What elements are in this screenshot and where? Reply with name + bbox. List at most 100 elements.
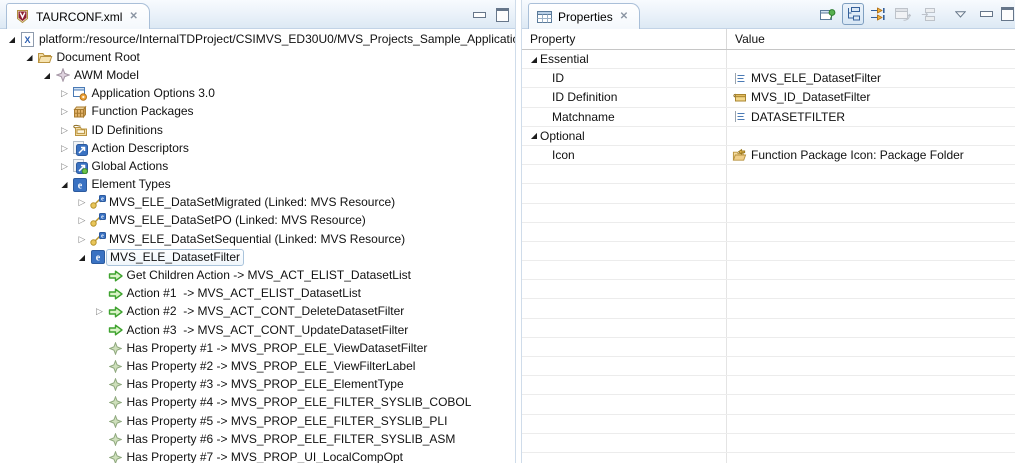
tree-item[interactable]: Has Property #7 -> MVS_PROP_UI_LocalComp… [0,448,515,463]
property-value-cell[interactable] [727,50,1015,68]
tree-item-label: Action #3 -> MVS_ACT_CONT_UpdateDatasetF… [124,323,412,338]
tree-item[interactable]: ▷ Application Options 3.0 [0,85,515,103]
tree-item-label: Action #1 -> MVS_ACT_ELIST_DatasetList [124,286,364,301]
tree-item-label: Has Property #1 -> MVS_PROP_ELE_ViewData… [124,341,431,356]
svg-text:e: e [95,253,100,264]
expander-expanded-icon[interactable]: ◢ [528,55,540,64]
expander-expanded-icon[interactable]: ◢ [23,53,37,62]
show-categories-icon [846,7,861,21]
property-value-text: MVS_ELE_DatasetFilter [751,71,881,85]
pin-editor-button[interactable] [817,3,839,25]
column-header-value[interactable]: Value [727,32,765,46]
editor-tab-close-icon[interactable]: ✕ [127,11,139,23]
editor-minimize-icon[interactable] [473,12,486,18]
tree-item[interactable]: ◢Document Root [0,48,515,66]
svg-text:e: e [101,233,104,239]
tree-item[interactable]: ◢Xplatform:/resource/InternalTDProject/C… [0,30,515,48]
tree-item-label: MVS_ELE_DataSetPO (Linked: MVS Resource) [106,213,369,228]
expander-expanded-icon[interactable]: ◢ [40,71,54,80]
empty-row [522,204,1015,223]
tree-item[interactable]: ▷eMVS_ELE_DataSetSequential (Linked: MVS… [0,230,515,248]
expander-expanded-icon[interactable]: ◢ [5,35,19,44]
tree-item-label: Element Types [89,177,174,192]
expander-collapsed-icon[interactable]: ▷ [93,306,107,317]
tree-item[interactable]: ▷ ID Definitions [0,121,515,139]
tree-item[interactable]: Get Children Action -> MVS_ACT_ELIST_Dat… [0,266,515,284]
property-label: ID Definition [522,90,617,104]
property-name-cell: ID [522,69,727,87]
show-categories-button[interactable] [842,3,864,25]
expander-collapsed-icon[interactable]: ▷ [58,125,72,136]
tree-item[interactable]: Has Property #2 -> MVS_PROP_ELE_ViewFilt… [0,357,515,375]
tree-item[interactable]: ▷Action #2 -> MVS_ACT_CONT_DeleteDataset… [0,303,515,321]
property-value-cell[interactable]: DATASETFILTER [727,108,1015,126]
view-menu-icon [955,11,966,18]
tree-item[interactable]: Action #1 -> MVS_ACT_ELIST_DatasetList [0,285,515,303]
property-row[interactable]: ID Definition MVS_ID_DatasetFilter [522,88,1015,107]
empty-name-cell [522,299,727,317]
restore-default-value-icon [895,8,911,21]
properties-minimize-icon[interactable] [980,11,993,17]
tree-item[interactable]: Action #3 -> MVS_ACT_CONT_UpdateDatasetF… [0,321,515,339]
property-value-cell[interactable] [727,127,1015,145]
expander-expanded-icon[interactable]: ◢ [528,131,540,140]
expander-collapsed-icon[interactable]: ▷ [75,234,89,245]
text-attribute-icon [732,72,747,85]
properties-tab-close-icon[interactable]: ✕ [618,11,630,23]
expander-collapsed-icon[interactable]: ▷ [58,161,72,172]
expander-collapsed-icon[interactable]: ▷ [58,143,72,154]
properties-table-header: Property Value [522,29,1015,50]
properties-tab[interactable]: Properties ✕ [528,3,640,29]
empty-value-cell [727,184,1015,202]
tree-item[interactable]: ▷ Global Actions [0,157,515,175]
tree-item[interactable]: ◢AWM Model [0,66,515,84]
tree-item[interactable]: ▷Function Packages [0,103,515,121]
xml-outline-tree: ◢Xplatform:/resource/InternalTDProject/C… [0,29,515,463]
property-value-cell[interactable]: MVS_ID_DatasetFilter [727,88,1015,106]
empty-name-cell [522,376,727,394]
empty-name-cell [522,204,727,222]
has-property-icon [107,342,124,355]
tree-item[interactable]: Has Property #3 -> MVS_PROP_ELE_ElementT… [0,376,515,394]
property-value-cell[interactable]: Function Package Icon: Package Folder [727,146,1015,164]
tree-item[interactable]: Has Property #1 -> MVS_PROP_ELE_ViewData… [0,339,515,357]
tree-item[interactable]: Has Property #6 -> MVS_PROP_ELE_FILTER_S… [0,430,515,448]
tree-item[interactable]: ▷eMVS_ELE_DataSetMigrated (Linked: MVS R… [0,194,515,212]
tree-item-label: Application Options 3.0 [89,86,218,101]
tree-item[interactable]: Has Property #4 -> MVS_PROP_ELE_FILTER_S… [0,394,515,412]
expander-collapsed-icon[interactable]: ▷ [75,215,89,226]
property-row[interactable]: IconFunction Package Icon: Package Folde… [522,146,1015,165]
tree-item-label: Has Property #4 -> MVS_PROP_ELE_FILTER_S… [124,395,475,410]
property-row[interactable]: MatchnameDATASETFILTER [522,108,1015,127]
view-menu-button[interactable] [949,3,971,25]
expander-collapsed-icon[interactable]: ▷ [58,106,72,117]
tree-item-label: MVS_ELE_DataSetMigrated (Linked: MVS Res… [106,195,398,210]
property-name-cell: Matchname [522,108,727,126]
property-row[interactable]: ID MVS_ELE_DatasetFilter [522,69,1015,88]
tree-item-label: ID Definitions [89,123,166,138]
tree-item[interactable]: ◢ e Element Types [0,176,515,194]
properties-maximize-icon[interactable] [1001,7,1014,21]
property-category-row[interactable]: ◢Essential [522,50,1015,69]
empty-name-cell [522,165,727,183]
property-category-row[interactable]: ◢Optional [522,127,1015,146]
expander-expanded-icon[interactable]: ◢ [58,180,72,189]
svg-text:e: e [78,180,83,191]
empty-value-cell [727,453,1015,463]
show-advanced-properties-button[interactable] [867,3,889,25]
global-actions-icon [72,159,89,174]
empty-value-cell [727,415,1015,433]
expander-collapsed-icon[interactable]: ▷ [75,197,89,208]
tree-item[interactable]: ▷Action Descriptors [0,139,515,157]
column-header-property[interactable]: Property [522,29,727,49]
tree-item-label: Get Children Action -> MVS_ACT_ELIST_Dat… [124,268,414,283]
tree-item[interactable]: ◢eMVS_ELE_DatasetFilter [0,248,515,266]
tree-item[interactable]: ▷eMVS_ELE_DataSetPO (Linked: MVS Resourc… [0,212,515,230]
tree-item[interactable]: Has Property #5 -> MVS_PROP_ELE_FILTER_S… [0,412,515,430]
tree-item-label: Global Actions [89,159,172,174]
editor-tab-taurconf[interactable]: TAURCONF.xml ✕ [6,3,150,29]
property-value-cell[interactable]: MVS_ELE_DatasetFilter [727,69,1015,87]
expander-collapsed-icon[interactable]: ▷ [58,88,72,99]
editor-maximize-icon[interactable] [496,8,509,22]
expander-expanded-icon[interactable]: ◢ [75,253,89,262]
